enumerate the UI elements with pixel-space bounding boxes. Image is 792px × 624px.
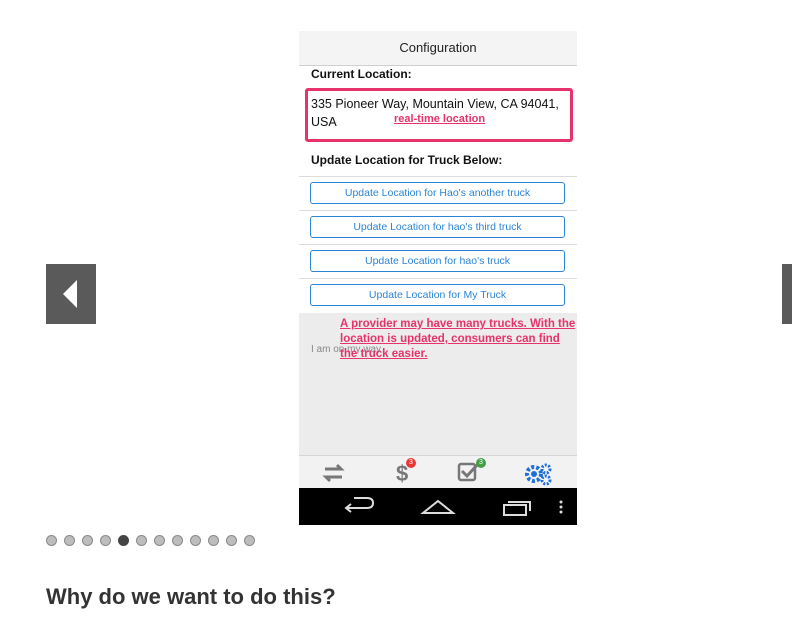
tab-settings[interactable]	[506, 456, 575, 489]
home-icon	[420, 499, 456, 514]
update-truck-button[interactable]: Update Location for hao's third truck	[310, 216, 565, 238]
update-truck-button[interactable]: Update Location for hao's truck	[310, 250, 565, 272]
tab-tasks[interactable]: 3	[437, 456, 506, 489]
payments-badge: 3	[406, 458, 416, 468]
truck-row: Update Location for hao's truck	[299, 244, 577, 278]
back-icon	[344, 497, 375, 513]
carousel-dot[interactable]	[46, 535, 57, 546]
current-location-label: Current Location:	[311, 67, 412, 81]
carousel-dot[interactable]	[136, 535, 147, 546]
update-location-label: Update Location for Truck Below:	[311, 153, 503, 167]
carousel-prev-button[interactable]	[46, 264, 96, 324]
carousel-dot[interactable]	[190, 535, 201, 546]
carousel-dot[interactable]	[154, 535, 165, 546]
phone-screenshot: Configuration Current Location: 335 Pion…	[299, 31, 577, 525]
arrow-left-icon	[63, 280, 77, 308]
carousel-dot[interactable]	[244, 535, 255, 546]
truck-row: Update Location for hao's third truck	[299, 210, 577, 244]
truck-row: Update Location for My Truck	[299, 278, 577, 312]
section-heading: Why do we want to do this?	[46, 584, 336, 609]
overflow-menu-icon	[559, 500, 563, 514]
provider-annotation: A provider may have many trucks. With th…	[340, 318, 576, 360]
back-button[interactable]	[334, 488, 384, 525]
tasks-badge: 3	[476, 458, 486, 468]
carousel-dot[interactable]	[100, 535, 111, 546]
overflow-menu-button[interactable]	[553, 488, 569, 525]
carousel-dot[interactable]	[226, 535, 237, 546]
transfer-arrows-icon	[322, 463, 345, 483]
truck-row: Update Location for Hao's another truck	[299, 176, 577, 210]
carousel-dot[interactable]	[172, 535, 183, 546]
tab-transfer[interactable]	[299, 456, 368, 489]
carousel-dot[interactable]	[82, 535, 93, 546]
recent-apps-icon	[503, 501, 531, 516]
bottom-tab-bar: $ 3 3	[299, 455, 577, 489]
gears-icon	[525, 463, 552, 486]
dollar-icon: $	[396, 461, 408, 486]
app-title: Configuration	[299, 31, 577, 66]
tab-payments[interactable]: $ 3	[368, 456, 437, 489]
carousel-next-button[interactable]	[782, 264, 792, 324]
update-truck-button[interactable]: Update Location for Hao's another truck	[310, 182, 565, 204]
update-truck-button[interactable]: Update Location for My Truck	[310, 284, 565, 306]
realtime-location-annotation: real-time location	[394, 113, 486, 125]
carousel-dot[interactable]	[64, 535, 75, 546]
carousel-dot[interactable]	[118, 535, 129, 546]
recent-apps-button[interactable]	[492, 488, 542, 525]
carousel-dot[interactable]	[208, 535, 219, 546]
home-button[interactable]	[413, 488, 463, 525]
checkbox-icon	[457, 462, 480, 482]
android-nav-bar	[299, 488, 577, 525]
